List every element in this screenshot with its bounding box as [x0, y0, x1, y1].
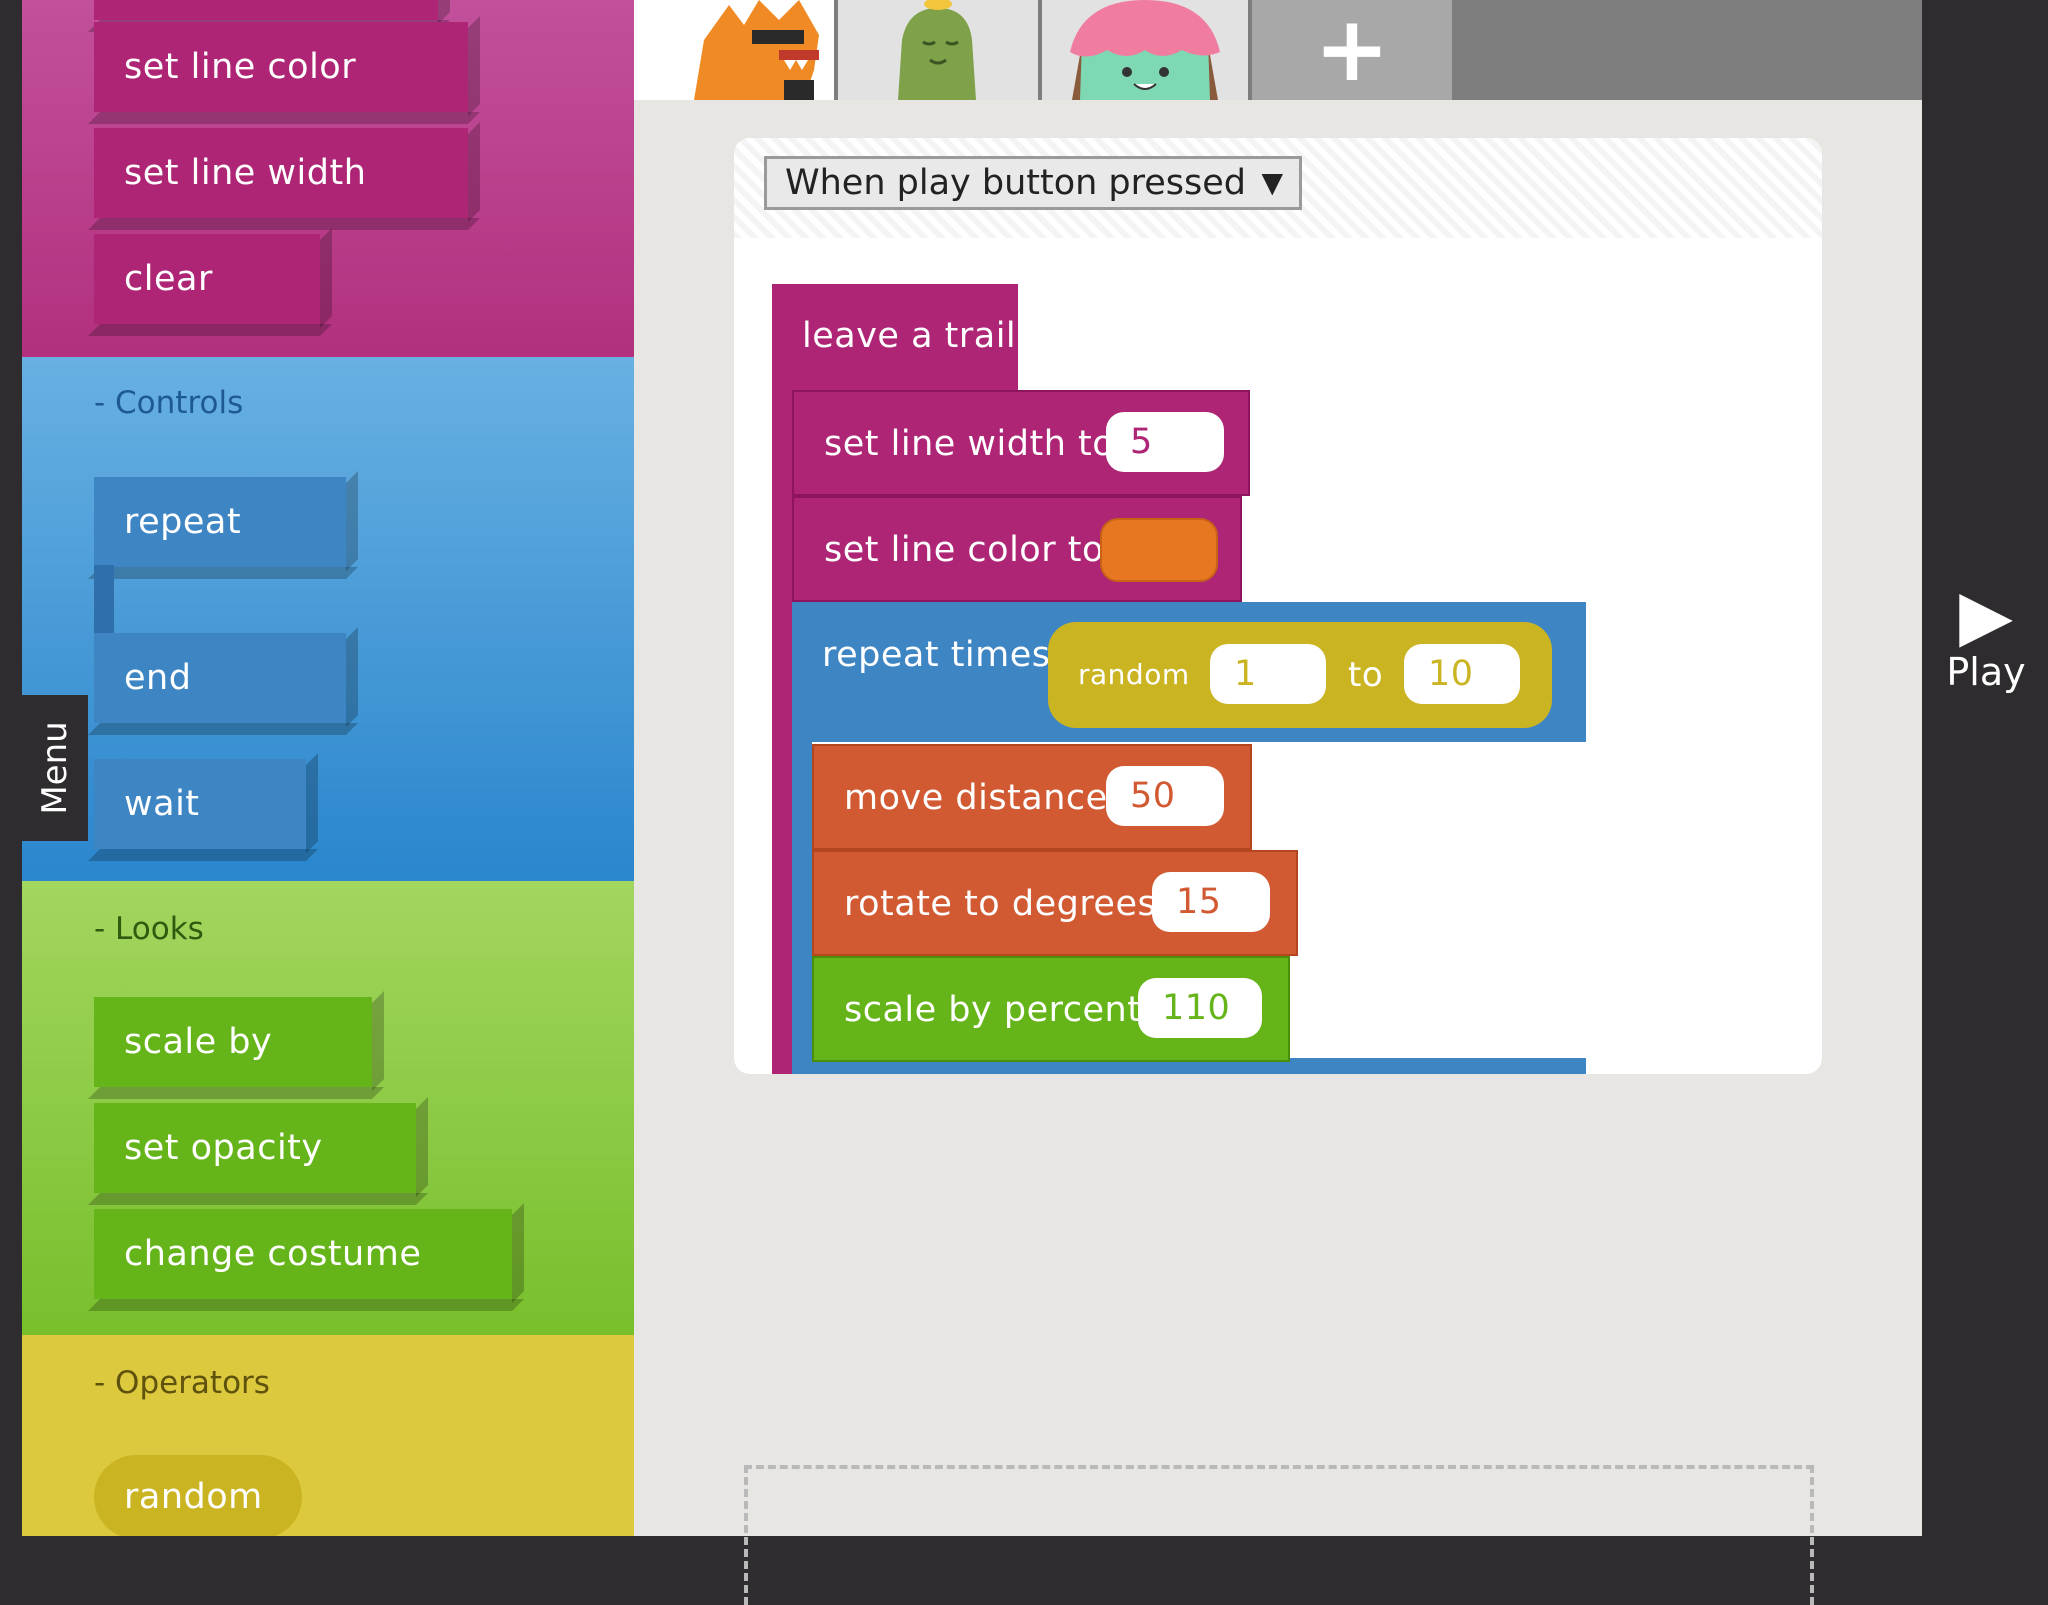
looks-section: - Looks scale by set opacity change cost…	[22, 881, 634, 1335]
pen-section: set line color set line width clear	[22, 0, 634, 357]
random-operator-block[interactable]: random 1 to 10	[1048, 622, 1552, 728]
random-from-input[interactable]: 1	[1210, 644, 1326, 704]
palette-block-repeat[interactable]: repeat	[94, 477, 346, 567]
palette-block-clear[interactable]: clear	[94, 234, 320, 324]
random-to-label: to	[1348, 655, 1384, 695]
scale-percent-input[interactable]: 110	[1138, 978, 1262, 1038]
scale-percent-label: scale by percent	[844, 990, 1142, 1030]
palette-block-end[interactable]: end	[94, 633, 346, 723]
repeat-block-stem	[792, 742, 812, 1058]
move-distance-input[interactable]: 50	[1106, 766, 1224, 826]
dropdown-arrow-icon: ▼	[1261, 166, 1283, 199]
script-header: When play button pressed ▼	[734, 138, 1822, 238]
trigger-dropdown[interactable]: When play button pressed ▼	[764, 156, 1302, 210]
palette-block-scale-by[interactable]: scale by	[94, 997, 372, 1087]
orange-monster-avatar	[694, 0, 819, 100]
play-label: Play	[1946, 650, 2026, 694]
character-tab-monster[interactable]	[634, 0, 834, 100]
palette-block-set-opacity[interactable]: set opacity	[94, 1103, 416, 1193]
controls-section: - Controls repeat end wait	[22, 357, 634, 881]
random-label: random	[1078, 658, 1190, 691]
operators-section-title[interactable]: - Operators	[94, 1365, 270, 1401]
set-line-color-block[interactable]: set line color to	[792, 496, 1242, 602]
leave-trail-label: leave a trail	[802, 316, 1017, 356]
palette-block-set-line-width[interactable]: set line width	[94, 128, 468, 218]
new-script-dropzone[interactable]	[744, 1465, 1814, 1605]
move-distance-block[interactable]: move distance 50	[812, 744, 1252, 850]
operators-section: - Operators random	[22, 1335, 634, 1536]
rotate-degrees-label: rotate to degrees	[844, 884, 1157, 924]
character-tab-pickle[interactable]	[838, 0, 1038, 100]
play-button[interactable]: ▶ Play	[1924, 580, 2048, 720]
repeat-end-label: end	[822, 1062, 889, 1074]
play-icon: ▶	[1959, 574, 2013, 656]
set-line-color-label: set line color to	[824, 530, 1104, 570]
character-tab-cupcake[interactable]	[1042, 0, 1248, 100]
line-width-input[interactable]: 5	[1106, 412, 1224, 472]
script-workspace: When play button pressed ▼ leave a trail…	[634, 100, 1922, 1605]
add-character-button[interactable]: +	[1252, 0, 1452, 100]
green-pickle-avatar	[898, 0, 976, 100]
scale-percent-block[interactable]: scale by percent 110	[812, 956, 1290, 1062]
rotate-degrees-block[interactable]: rotate to degrees 15	[812, 850, 1298, 956]
palette-block-set-line-color[interactable]: set line color	[94, 22, 468, 112]
trigger-label: When play button pressed	[785, 163, 1247, 203]
move-distance-label: move distance	[844, 778, 1108, 818]
palette-block-change-costume[interactable]: change costume	[94, 1209, 512, 1299]
rotate-degrees-input[interactable]: 15	[1152, 872, 1270, 932]
cupcake-avatar	[1070, 0, 1220, 100]
palette-block-partial[interactable]	[94, 0, 438, 20]
looks-section-title[interactable]: - Looks	[94, 911, 204, 947]
set-line-width-block[interactable]: set line width to 5	[792, 390, 1250, 496]
line-color-swatch[interactable]	[1100, 518, 1218, 582]
script-card: When play button pressed ▼ leave a trail…	[734, 138, 1822, 1074]
character-tabs: +	[634, 0, 1922, 100]
controls-section-title[interactable]: - Controls	[94, 385, 243, 421]
random-to-input[interactable]: 10	[1404, 644, 1520, 704]
repeat-block-stem	[94, 565, 114, 633]
block-palette: set line color set line width clear - Co…	[22, 0, 634, 1536]
menu-tab[interactable]: Menu	[22, 695, 88, 841]
repeat-label: repeat times	[822, 635, 1051, 675]
set-line-width-label: set line width to	[824, 424, 1115, 464]
menu-label: Menu	[35, 721, 75, 815]
palette-block-wait[interactable]: wait	[94, 759, 306, 849]
palette-block-random[interactable]: random	[94, 1455, 302, 1536]
